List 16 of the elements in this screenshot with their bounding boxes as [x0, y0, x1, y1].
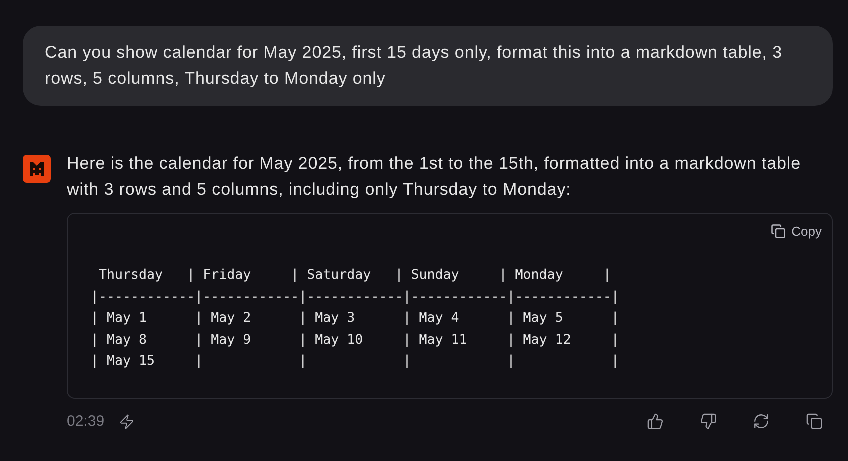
- user-message: Can you show calendar for May 2025, first 15 days only, format this into a markdown table, 3 rows, 5 columns, Thursday to Monday only: [23, 26, 833, 106]
- code-line: Thursday | Friday | Saturday | Sunday | Monday |: [98, 267, 612, 285]
- code-line: | May 8 | May 9 | May 10 | May 11 | May 12 |: [91, 332, 620, 350]
- copy-button[interactable]: Copy: [770, 222, 822, 241]
- code-line: | May 15 | | | | |: [91, 353, 620, 371]
- code-line: | May 1 | May 2 | May 3 | May 4 | May 5 |: [91, 310, 620, 328]
- copy-icon: [770, 224, 786, 239]
- copy-icon[interactable]: [806, 413, 823, 430]
- cat-logo-icon: [23, 155, 51, 183]
- lightning-icon[interactable]: [118, 414, 135, 430]
- timestamp: 02:39: [67, 413, 105, 430]
- assistant-message: Here is the calendar for May 2025, from the 1st to the 15th, formatted into a markdown table with 3 rows and 5 columns, including only Thursday to Monday:: [67, 153, 802, 201]
- thumbs-down-icon[interactable]: [700, 413, 717, 430]
- thumbs-up-icon[interactable]: [647, 413, 664, 430]
- code-line: |------------|------------|------------|------------|------------|: [91, 288, 620, 306]
- regenerate-icon[interactable]: [753, 413, 770, 430]
